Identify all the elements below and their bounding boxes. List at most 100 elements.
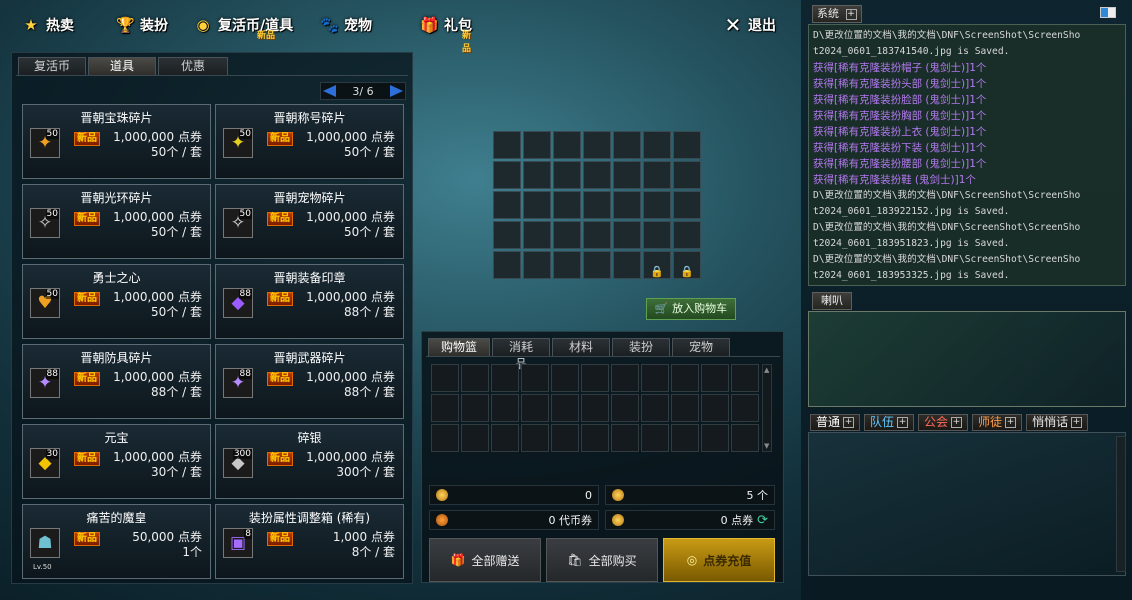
preview-slot[interactable] — [553, 221, 581, 249]
item-card[interactable]: 晋朝光环碎片 ✧ 50 新品 1,000,000 点券 50个 / 套 — [22, 184, 211, 259]
cart-tab[interactable]: 购物篮 — [428, 338, 490, 356]
preview-slot[interactable] — [523, 251, 551, 279]
cart-slot[interactable] — [521, 394, 549, 422]
cart-tab[interactable]: 宠物 — [672, 338, 730, 356]
cart-tab[interactable]: 材料 — [552, 338, 610, 356]
preview-slot[interactable] — [553, 191, 581, 219]
recharge-button[interactable]: ◎ 点券充值 — [663, 538, 775, 582]
cart-slot[interactable] — [491, 424, 519, 452]
cart-slot[interactable] — [731, 394, 759, 422]
refresh-icon[interactable]: ⟳ — [757, 513, 768, 528]
preview-slot[interactable] — [553, 131, 581, 159]
preview-slot[interactable] — [583, 161, 611, 189]
cart-slot[interactable] — [731, 424, 759, 452]
cart-slot[interactable] — [461, 424, 489, 452]
preview-slot[interactable] — [493, 131, 521, 159]
tab-discount[interactable]: 优惠 — [158, 57, 228, 75]
gift-all-button[interactable]: 🎁 全部赠送 — [429, 538, 541, 582]
nav-revive-items[interactable]: ◉ 复活币/道具 新品 — [194, 10, 293, 41]
preview-slot[interactable] — [673, 191, 701, 219]
preview-slot[interactable] — [673, 161, 701, 189]
item-icon[interactable]: ◆ 300 — [223, 448, 253, 478]
plus-icon[interactable]: + — [1071, 417, 1083, 428]
preview-slot[interactable] — [493, 221, 521, 249]
preview-slot[interactable] — [613, 251, 641, 279]
cart-slot[interactable] — [551, 364, 579, 392]
item-icon[interactable]: ✦ 50 — [30, 128, 60, 158]
preview-slot[interactable] — [583, 191, 611, 219]
item-card[interactable]: 晋朝装备印章 ◆ 88 新品 1,000,000 点券 88个 / 套 — [215, 264, 404, 339]
locked-slot[interactable]: 🔒 — [643, 251, 671, 279]
cart-slot[interactable] — [581, 394, 609, 422]
cart-slot[interactable] — [641, 424, 669, 452]
cart-slot[interactable] — [701, 364, 729, 392]
scroll-up-icon[interactable]: ▲ — [764, 367, 770, 374]
scroll-down-icon[interactable]: ▼ — [764, 443, 770, 450]
cart-tab[interactable]: 消耗品 — [492, 338, 550, 371]
chat-tab[interactable]: 师徒 + — [972, 414, 1023, 431]
preview-slot[interactable] — [613, 131, 641, 159]
item-icon[interactable]: ✦ 88 — [223, 368, 253, 398]
cart-slot[interactable] — [461, 394, 489, 422]
cart-tab[interactable]: 装扮 — [612, 338, 670, 356]
preview-slot[interactable] — [613, 191, 641, 219]
preview-slot[interactable] — [673, 221, 701, 249]
cart-slot[interactable] — [431, 394, 459, 422]
preview-slot[interactable] — [583, 221, 611, 249]
cart-slot[interactable] — [701, 394, 729, 422]
cart-slot[interactable] — [581, 424, 609, 452]
plus-icon[interactable]: + — [951, 417, 963, 428]
item-card[interactable]: 晋朝防具碎片 ✦ 88 新品 1,000,000 点券 88个 / 套 — [22, 344, 211, 419]
preview-slot[interactable] — [553, 251, 581, 279]
item-card[interactable]: 碎银 ◆ 300 新品 1,000,000 点券 300个 / 套 — [215, 424, 404, 499]
chat-tab[interactable]: 普通 + — [810, 414, 861, 431]
item-icon[interactable]: ✦ 88 — [30, 368, 60, 398]
preview-slot[interactable] — [523, 191, 551, 219]
item-card[interactable]: 痛苦的魔皇 ☗ Lv.50 新品 50,000 点券 1个 — [22, 504, 211, 579]
cart-slot[interactable] — [491, 364, 519, 392]
cart-slot[interactable] — [611, 424, 639, 452]
cart-slot[interactable] — [641, 364, 669, 392]
item-icon[interactable]: ♥ 50 — [30, 288, 60, 318]
cart-slot[interactable] — [671, 424, 699, 452]
preview-slot[interactable] — [583, 251, 611, 279]
cart-slot[interactable] — [431, 364, 459, 392]
plus-icon[interactable]: + — [843, 417, 855, 428]
item-icon[interactable]: ✦ 50 — [223, 128, 253, 158]
next-page-icon[interactable] — [389, 85, 403, 97]
item-card[interactable]: 晋朝称号碎片 ✦ 50 新品 1,000,000 点券 50个 / 套 — [215, 104, 404, 179]
preview-slot[interactable] — [523, 221, 551, 249]
nav-hot[interactable]: ★ 热卖 — [22, 10, 74, 40]
item-card[interactable]: 晋朝宠物碎片 ✧ 50 新品 1,000,000 点券 50个 / 套 — [215, 184, 404, 259]
item-card[interactable]: 晋朝武器碎片 ✦ 88 新品 1,000,000 点券 88个 / 套 — [215, 344, 404, 419]
prev-page-icon[interactable] — [323, 85, 336, 97]
chat-tab[interactable]: 悄悄话 + — [1026, 414, 1089, 431]
cart-slot[interactable] — [491, 394, 519, 422]
plus-icon[interactable]: + — [897, 417, 909, 428]
cart-slot[interactable] — [521, 424, 549, 452]
preview-slot[interactable] — [493, 251, 521, 279]
cart-slot[interactable] — [701, 424, 729, 452]
item-icon[interactable]: ✧ 50 — [223, 208, 253, 238]
item-icon[interactable]: ◆ 30 — [30, 448, 60, 478]
plus-icon[interactable]: + — [845, 8, 857, 20]
item-icon[interactable]: ☗ — [30, 528, 60, 558]
preview-slot[interactable] — [673, 131, 701, 159]
plus-icon[interactable]: + — [1005, 417, 1017, 428]
chat-tab[interactable]: 队伍 + — [864, 414, 915, 431]
preview-slot[interactable] — [643, 161, 671, 189]
preview-slot[interactable] — [493, 161, 521, 189]
nav-gift-pack[interactable]: 🎁 礼包 新品 — [420, 10, 472, 54]
item-card[interactable]: 装扮属性调整箱 (稀有) ▣ 8 新品 1,000 点券 8个 / 套 — [215, 504, 404, 579]
item-icon[interactable]: ▣ 8 — [223, 528, 253, 558]
item-icon[interactable]: ✧ 50 — [30, 208, 60, 238]
window-toggle-icon[interactable] — [1100, 7, 1116, 18]
cart-slot[interactable] — [431, 424, 459, 452]
cart-slot[interactable] — [671, 394, 699, 422]
preview-slot[interactable] — [553, 161, 581, 189]
exit-button[interactable]: ✕ 退出 — [724, 10, 776, 40]
item-card[interactable]: 勇士之心 ♥ 50 新品 1,000,000 点券 50个 / 套 — [22, 264, 211, 339]
cart-slot[interactable] — [521, 364, 549, 392]
item-card[interactable]: 元宝 ◆ 30 新品 1,000,000 点券 30个 / 套 — [22, 424, 211, 499]
preview-slot[interactable] — [613, 161, 641, 189]
